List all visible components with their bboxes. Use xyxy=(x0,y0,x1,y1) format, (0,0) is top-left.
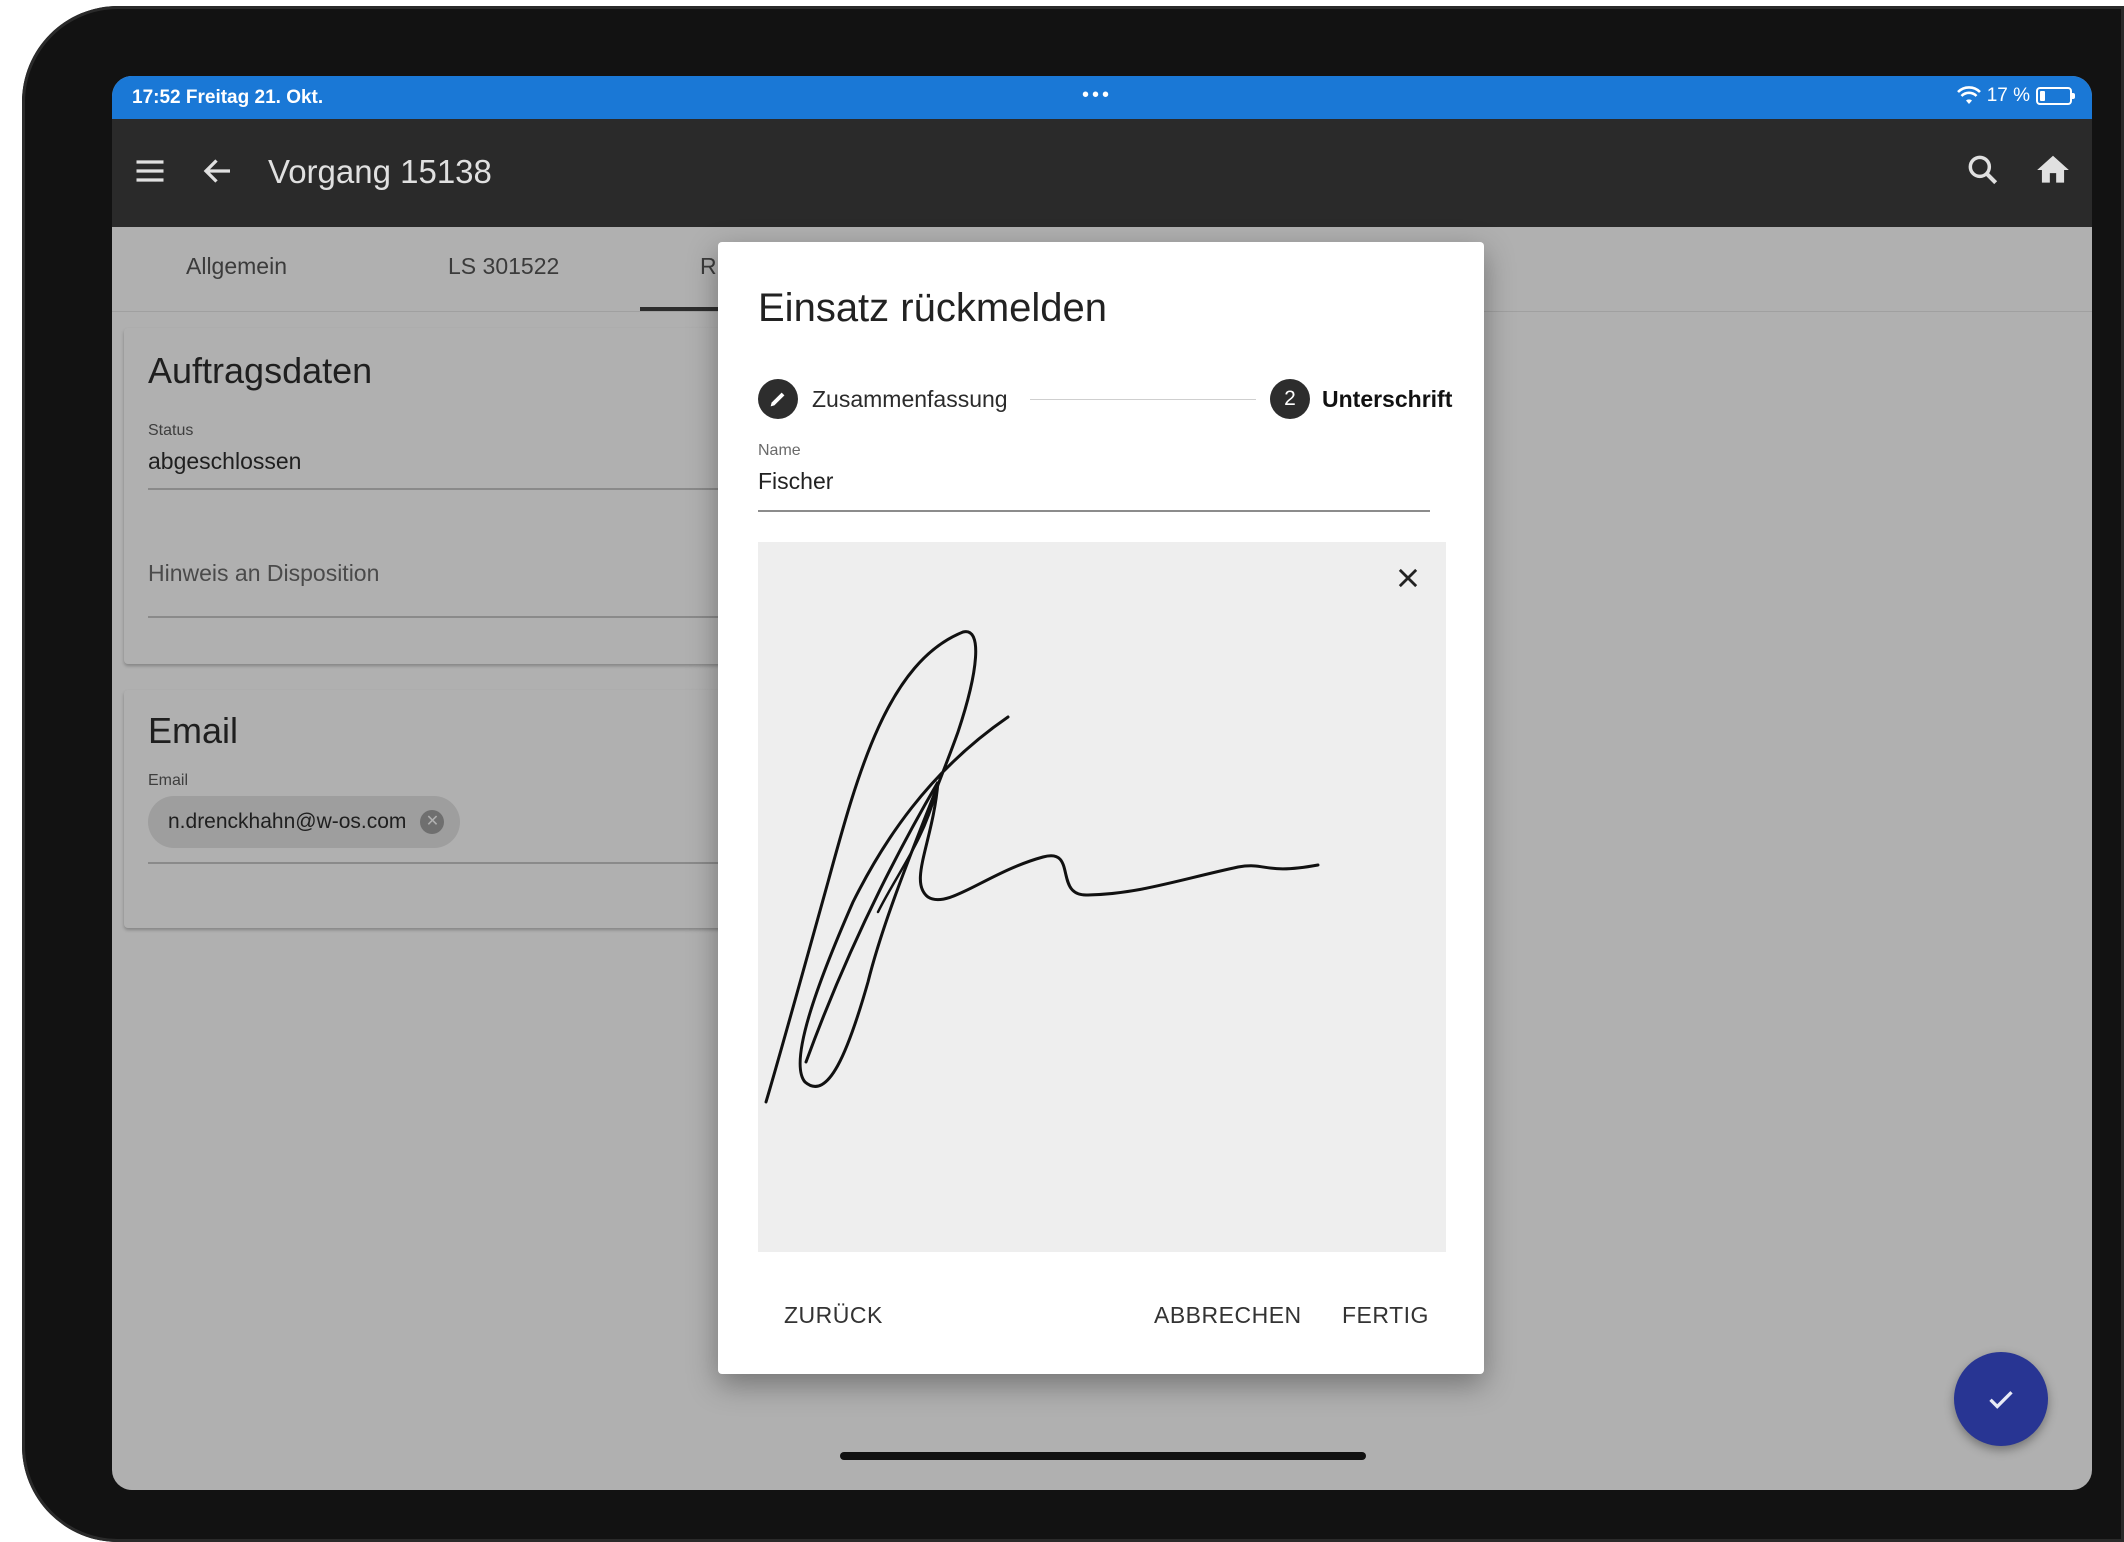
tab-r[interactable]: R xyxy=(700,253,717,280)
step-1-label[interactable]: Zusammenfassung xyxy=(812,386,1008,413)
step-1-icon xyxy=(758,379,798,419)
screen: 17:52 Freitag 21. Okt. ••• 17 % Vorgang … xyxy=(112,76,2092,1490)
name-input[interactable]: Fischer xyxy=(758,468,833,495)
confirm-fab[interactable] xyxy=(1954,1352,2048,1446)
chip-remove-icon[interactable]: ✕ xyxy=(420,810,445,834)
step-2-label[interactable]: Unterschrift xyxy=(1322,386,1452,413)
page-title: Vorgang 15138 xyxy=(268,153,492,190)
name-underline xyxy=(758,510,1430,512)
arrow-left-icon[interactable] xyxy=(200,153,236,194)
battery-fill xyxy=(2040,91,2045,101)
status-right: 17 % xyxy=(1956,85,2075,107)
card-title-email: Email xyxy=(148,710,239,751)
status-label: Status xyxy=(148,422,194,439)
signature-dialog: Einsatz rückmelden Zusammenfassung 2 Unt… xyxy=(718,242,1484,1374)
battery-icon xyxy=(2036,87,2075,105)
clear-signature-button[interactable] xyxy=(1388,558,1428,598)
tab-allgemein[interactable]: Allgemein xyxy=(186,253,287,280)
home-indicator[interactable] xyxy=(840,1452,1366,1460)
tablet-frame: 17:52 Freitag 21. Okt. ••• 17 % Vorgang … xyxy=(22,6,2124,1542)
battery-percent: 17 % xyxy=(1986,85,2030,106)
check-icon xyxy=(1989,1391,2013,1409)
cancel-button[interactable]: ABBRECHEN xyxy=(1154,1302,1302,1329)
wifi-icon xyxy=(1956,86,1981,104)
dialog-title: Einsatz rückmelden xyxy=(758,286,1108,330)
pencil-icon xyxy=(770,392,785,407)
card-title-auftragsdaten: Auftragsdaten xyxy=(148,350,373,391)
back-button[interactable]: ZURÜCK xyxy=(784,1302,883,1329)
menu-icon[interactable] xyxy=(132,153,168,194)
status-bar: 17:52 Freitag 21. Okt. ••• 17 % xyxy=(112,76,2092,119)
status-time-date: 17:52 Freitag 21. Okt. xyxy=(132,87,324,108)
email-field-label: Email xyxy=(148,772,189,789)
tab-ls[interactable]: LS 301522 xyxy=(448,253,559,280)
status-value[interactable]: abgeschlossen xyxy=(148,448,301,475)
close-icon xyxy=(1398,568,1418,588)
signature-drawing xyxy=(764,630,1320,1104)
done-button[interactable]: FERTIG xyxy=(1342,1302,1429,1329)
home-icon[interactable] xyxy=(2034,151,2072,194)
step-connector xyxy=(1030,399,1256,400)
hinweis-input[interactable]: Hinweis an Disposition xyxy=(148,560,379,587)
multitasking-dots[interactable]: ••• xyxy=(1082,84,1112,107)
signature-pad[interactable] xyxy=(758,542,1446,1252)
step-2-icon: 2 xyxy=(1270,379,1310,419)
email-chip[interactable]: n.drenckhahn@w-os.com ✕ xyxy=(148,796,461,848)
name-field-label: Name xyxy=(758,442,801,459)
app-bar: Vorgang 15138 xyxy=(112,119,2092,227)
search-icon[interactable] xyxy=(1964,151,2002,194)
email-chip-text: n.drenckhahn@w-os.com xyxy=(168,810,407,833)
